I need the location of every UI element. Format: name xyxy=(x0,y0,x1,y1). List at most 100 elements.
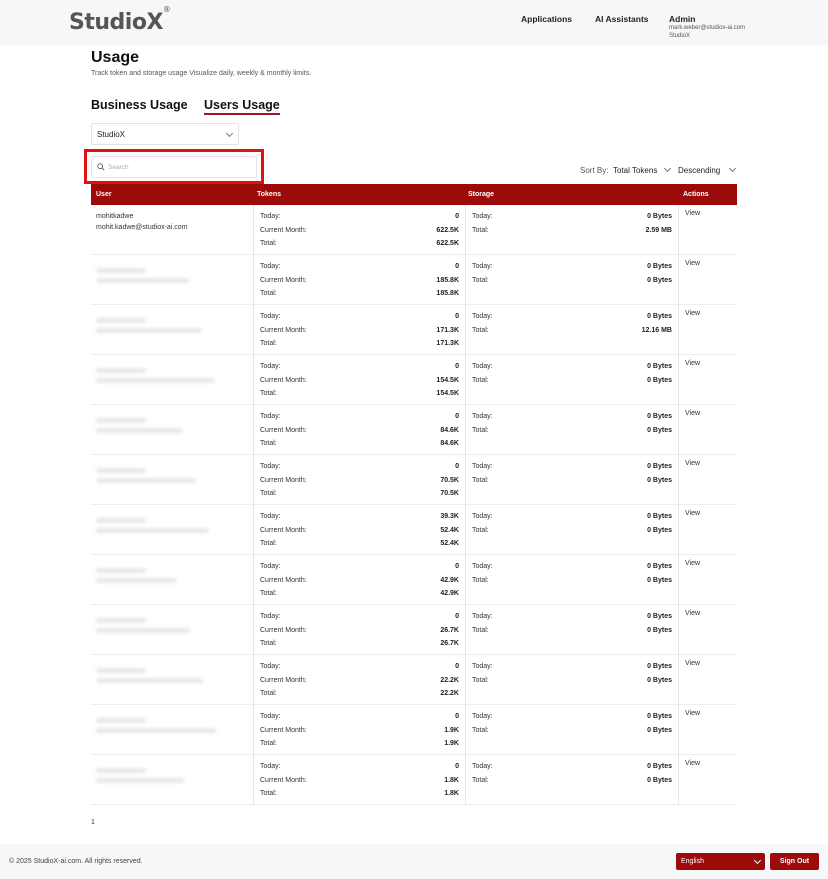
nav-ai-assistants[interactable]: AI Assistants xyxy=(595,14,649,24)
tokens-today-value: 0 xyxy=(455,763,459,770)
pagination-current-page[interactable]: 1 xyxy=(91,819,95,826)
organization-select-value: StudioX xyxy=(97,130,126,139)
tokens-total-label: Total: xyxy=(260,590,277,597)
redacted-user-name xyxy=(96,618,146,623)
storage-total-value: 0 Bytes xyxy=(647,727,672,734)
logo-registered-mark: ® xyxy=(162,4,171,14)
user-cell xyxy=(91,655,254,705)
tokens-month-label: Current Month: xyxy=(260,377,307,384)
chevron-down-icon xyxy=(753,856,762,865)
storage-total-label: Total: xyxy=(472,727,489,734)
view-button[interactable]: View xyxy=(685,410,700,417)
sort-field-select[interactable]: Total Tokens xyxy=(613,166,657,175)
redacted-user-name xyxy=(96,718,146,723)
table-header: User Tokens Storage Actions xyxy=(91,184,737,205)
storage-cell: Today: 0 Bytes Total: 12.16 MB xyxy=(466,305,679,355)
tokens-cell: Today: 0 Current Month: 22.2K Total: 22.2K xyxy=(254,655,466,705)
storage-total-label: Total: xyxy=(472,277,489,284)
storage-today-value: 0 Bytes xyxy=(647,413,672,420)
storage-total-label: Total: xyxy=(472,777,489,784)
tokens-total-label: Total: xyxy=(260,340,277,347)
storage-cell: Today: 0 Bytes Total: 0 Bytes xyxy=(466,705,679,755)
studiox-logo[interactable]: StudioX® xyxy=(69,5,171,35)
tokens-month-label: Current Month: xyxy=(260,677,307,684)
nav-applications[interactable]: Applications xyxy=(521,14,572,24)
tokens-cell: Today: 0 Current Month: 171.3K Total: 171.3K xyxy=(254,305,466,355)
redacted-user-email xyxy=(96,728,216,733)
language-select[interactable]: English xyxy=(676,853,765,870)
organization-select[interactable]: StudioX xyxy=(91,123,239,145)
view-button[interactable]: View xyxy=(685,610,700,617)
tokens-cell: Today: 0 Current Month: 622.5K Total: 622.5K xyxy=(254,205,466,255)
actions-cell: View xyxy=(679,755,737,805)
view-button[interactable]: View xyxy=(685,560,700,567)
admin-org: StudioX xyxy=(669,33,691,39)
search-input[interactable] xyxy=(108,161,248,174)
tokens-today-label: Today: xyxy=(260,313,281,320)
tab-business-usage[interactable]: Business Usage xyxy=(91,98,188,112)
tokens-total-value: 52.4K xyxy=(440,540,459,547)
tokens-today-value: 0 xyxy=(455,713,459,720)
storage-total-label: Total: xyxy=(472,327,489,334)
view-button[interactable]: View xyxy=(685,210,700,217)
storage-today-value: 0 Bytes xyxy=(647,263,672,270)
tab-users-usage[interactable]: Users Usage xyxy=(204,98,280,115)
actions-cell: View xyxy=(679,705,737,755)
user-cell xyxy=(91,405,254,455)
admin-email: mark.weber@studiox-ai.com xyxy=(669,25,746,31)
tokens-total-value: 154.5K xyxy=(436,390,459,397)
search-box[interactable] xyxy=(91,156,257,178)
view-button[interactable]: View xyxy=(685,360,700,367)
storage-today-label: Today: xyxy=(472,563,493,570)
storage-total-label: Total: xyxy=(472,677,489,684)
actions-cell: View xyxy=(679,655,737,705)
storage-total-label: Total: xyxy=(472,377,489,384)
storage-today-label: Today: xyxy=(472,463,493,470)
tokens-today-value: 0 xyxy=(455,363,459,370)
actions-cell: View xyxy=(679,405,737,455)
storage-today-label: Today: xyxy=(472,513,493,520)
storage-total-value: 0 Bytes xyxy=(647,677,672,684)
storage-cell: Today: 0 Bytes Total: 0 Bytes xyxy=(466,655,679,705)
page-title: Usage xyxy=(91,49,140,66)
admin-name: Admin xyxy=(669,14,696,24)
storage-today-value: 0 Bytes xyxy=(647,313,672,320)
sort-direction-select[interactable]: Descending xyxy=(678,166,720,175)
sort-direction-value: Descending xyxy=(678,166,721,175)
user-cell xyxy=(91,755,254,805)
view-button[interactable]: View xyxy=(685,260,700,267)
storage-today-value: 0 Bytes xyxy=(647,713,672,720)
view-button[interactable]: View xyxy=(685,660,700,667)
tokens-cell: Today: 0 Current Month: 1.9K Total: 1.9K xyxy=(254,705,466,755)
actions-cell: View xyxy=(679,555,737,605)
tokens-month-label: Current Month: xyxy=(260,527,307,534)
table-row: Today: 0 Current Month: 26.7K Total: 26.7K Tod… xyxy=(91,605,737,655)
storage-today-label: Today: xyxy=(472,613,493,620)
view-button[interactable]: View xyxy=(685,760,700,767)
admin-menu[interactable]: Admin mark.weber@studiox-ai.com StudioX xyxy=(669,14,745,40)
storage-cell: Today: 0 Bytes Total: 0 Bytes xyxy=(466,355,679,405)
view-button[interactable]: View xyxy=(685,460,700,467)
tokens-today-label: Today: xyxy=(260,563,281,570)
redacted-user-email xyxy=(96,778,184,783)
table-row: Today: 39.3K Current Month: 52.4K Total: 52.4… xyxy=(91,505,737,555)
storage-total-label: Total: xyxy=(472,577,489,584)
view-button[interactable]: View xyxy=(685,710,700,717)
storage-today-label: Today: xyxy=(472,213,493,220)
sign-out-button[interactable]: Sign Out xyxy=(770,853,819,870)
tokens-total-label: Total: xyxy=(260,290,277,297)
storage-total-value: 0 Bytes xyxy=(647,277,672,284)
view-button[interactable]: View xyxy=(685,310,700,317)
table-row: Today: 0 Current Month: 1.8K Total: 1.8K Today… xyxy=(91,755,737,805)
user-name: mohitkadwe xyxy=(96,213,134,220)
language-select-value: English xyxy=(681,858,704,865)
tokens-month-value: 171.3K xyxy=(436,327,459,334)
view-button[interactable]: View xyxy=(685,510,700,517)
tokens-month-label: Current Month: xyxy=(260,427,307,434)
storage-total-value: 0 Bytes xyxy=(647,427,672,434)
tokens-today-value: 0 xyxy=(455,563,459,570)
tokens-cell: Today: 39.3K Current Month: 52.4K Total: 52.4… xyxy=(254,505,466,555)
redacted-user-email xyxy=(96,428,183,433)
user-cell xyxy=(91,305,254,355)
tokens-month-label: Current Month: xyxy=(260,627,307,634)
